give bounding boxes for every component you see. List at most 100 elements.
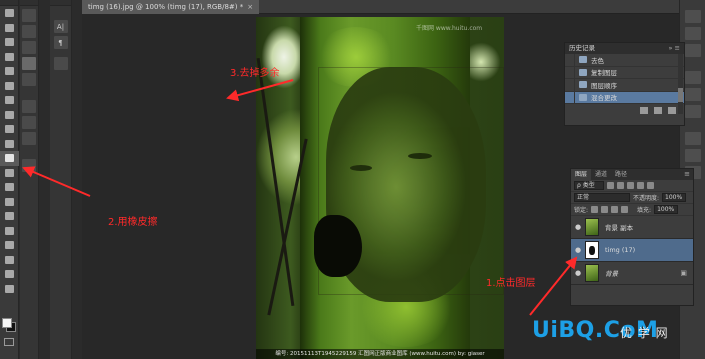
dock-layers-icon[interactable] — [684, 132, 701, 145]
history-scrollbar[interactable] — [678, 54, 683, 114]
tab-channels[interactable]: 通道 — [591, 169, 611, 180]
layers-menu-icon[interactable]: ≡ — [684, 169, 690, 180]
history-brush-tool-button[interactable] — [0, 137, 19, 152]
hand-tool-button[interactable] — [0, 267, 19, 282]
filter-shape-icon[interactable] — [637, 182, 644, 189]
history-item-label: 图层顺序 — [591, 81, 617, 90]
document-tab[interactable]: timg (16).jpg @ 100% (timg (17), RGB/8#)… — [82, 0, 260, 14]
history-state-icon — [579, 81, 587, 89]
blur-tool-icon — [5, 183, 14, 192]
history-item[interactable]: 复制图层 — [565, 66, 684, 79]
character-panel-icon[interactable]: A| — [53, 20, 68, 33]
layer-thumbnail — [585, 241, 599, 259]
history-source-checkbox[interactable] — [565, 78, 575, 91]
dock-styles-icon[interactable] — [684, 88, 701, 101]
lasso-tool-button[interactable] — [0, 35, 19, 50]
clone-stamp-tool-button[interactable] — [0, 122, 19, 137]
scroll-thumb[interactable] — [678, 88, 683, 102]
history-item-label: 去色 — [591, 56, 604, 65]
lock-icon: ▣ — [680, 269, 687, 277]
right-eye — [408, 153, 432, 159]
gradient-tool-button[interactable] — [0, 166, 19, 181]
visibility-eye-icon[interactable]: ● — [571, 246, 585, 254]
quick-mask-button[interactable] — [4, 338, 14, 346]
adjustments-icon[interactable] — [22, 116, 36, 129]
fill-input[interactable]: 100% — [654, 205, 679, 214]
dock-adjust-icon[interactable] — [684, 71, 701, 84]
layer-filter-select[interactable]: ρ 类型 — [574, 181, 604, 190]
snapshot-icon[interactable] — [654, 106, 662, 114]
paragraph-panel-icon[interactable]: ¶ — [53, 36, 68, 49]
visibility-eye-icon[interactable]: ● — [571, 223, 585, 231]
dock-info-icon[interactable] — [684, 105, 701, 118]
dock-channels-icon[interactable] — [684, 149, 701, 162]
lock-pixels-icon[interactable] — [601, 206, 609, 213]
dodge-tool-button[interactable] — [0, 195, 19, 210]
blur-tool-button[interactable] — [0, 180, 19, 195]
visibility-eye-icon[interactable]: ● — [571, 269, 585, 277]
eraser-tool-icon — [5, 154, 14, 163]
lasso-tool-icon — [5, 38, 14, 47]
shape-tool-button[interactable] — [0, 253, 19, 268]
move-tool-icon — [5, 9, 14, 18]
styles-icon[interactable] — [22, 132, 36, 145]
document-image[interactable]: 千图网 www.huitu.com 编号: 20151113T194522915… — [256, 17, 504, 359]
lock-transparency-icon[interactable] — [591, 206, 599, 213]
history-item[interactable]: 去色 — [565, 53, 684, 67]
dodge-tool-icon — [5, 197, 14, 206]
history-panel-header[interactable]: 历史记录 » ≡ — [565, 43, 684, 54]
actions-icon[interactable] — [22, 73, 36, 86]
dock-color-icon[interactable] — [684, 27, 701, 40]
filter-pixel-icon[interactable] — [607, 182, 614, 189]
opacity-label: 不透明度: — [633, 195, 660, 202]
brush-preset-icon[interactable] — [22, 9, 36, 22]
clone-source-icon[interactable] — [22, 41, 36, 54]
swatches-icon[interactable] — [22, 100, 36, 113]
history-item[interactable]: 混合更改 — [565, 91, 684, 104]
quick-select-tool-button[interactable] — [0, 50, 19, 65]
dock-swatch-icon[interactable] — [684, 44, 701, 57]
path-select-tool-button[interactable] — [0, 238, 19, 253]
foreground-color-swatch[interactable] — [2, 318, 12, 328]
tab-layers[interactable]: 图层 — [571, 169, 592, 180]
history-icon[interactable] — [22, 57, 36, 70]
history-source-checkbox[interactable] — [565, 53, 575, 66]
blend-mode-select[interactable]: 正常 — [574, 193, 630, 202]
tab-paths[interactable]: 路径 — [611, 169, 631, 180]
dock-history-icon[interactable] — [684, 10, 701, 23]
opacity-input[interactable]: 100% — [662, 193, 687, 202]
history-item[interactable]: 图层顺序 — [565, 78, 684, 92]
logo-sub: 优 学 网 — [620, 326, 669, 340]
brush-panel-icon[interactable] — [22, 25, 36, 38]
history-state-icon — [579, 93, 587, 101]
history-source-checkbox[interactable] — [565, 66, 575, 79]
lock-all-icon[interactable] — [621, 206, 629, 213]
zoom-tool-button[interactable] — [0, 282, 19, 297]
brush-tool-button[interactable] — [0, 108, 19, 123]
pen-tool-button[interactable] — [0, 209, 19, 224]
3d-panel-icon[interactable] — [53, 57, 68, 70]
strip-grip-2 — [50, 0, 71, 6]
lock-position-icon[interactable] — [611, 206, 619, 213]
history-source-checkbox[interactable] — [565, 91, 575, 104]
tools-icon[interactable] — [22, 159, 36, 172]
layer-filter-row: ρ 类型 — [571, 180, 693, 192]
layer-row[interactable]: ● 背景 副本 — [571, 216, 693, 239]
lock-label: 锁定: — [574, 207, 589, 214]
close-tab-icon[interactable]: × — [247, 3, 253, 11]
panel-menu-icon[interactable]: » ≡ — [669, 43, 681, 54]
healing-brush-tool-button[interactable] — [0, 93, 19, 108]
eraser-tool-button[interactable] — [0, 151, 19, 166]
marquee-tool-button[interactable] — [0, 21, 19, 36]
layer-row[interactable]: ● timg (17) — [571, 239, 693, 262]
crop-tool-button[interactable] — [0, 64, 19, 79]
move-tool-button[interactable] — [0, 6, 19, 21]
new-document-from-state-icon[interactable] — [640, 106, 648, 114]
eyedropper-tool-button[interactable] — [0, 79, 19, 94]
filter-type-icon[interactable] — [627, 182, 634, 189]
filter-adjust-icon[interactable] — [617, 182, 624, 189]
type-tool-button[interactable] — [0, 224, 19, 239]
filter-smart-icon[interactable] — [647, 182, 654, 189]
delete-state-icon[interactable] — [668, 106, 676, 114]
layer-row[interactable]: ● 背景 ▣ — [571, 262, 693, 285]
